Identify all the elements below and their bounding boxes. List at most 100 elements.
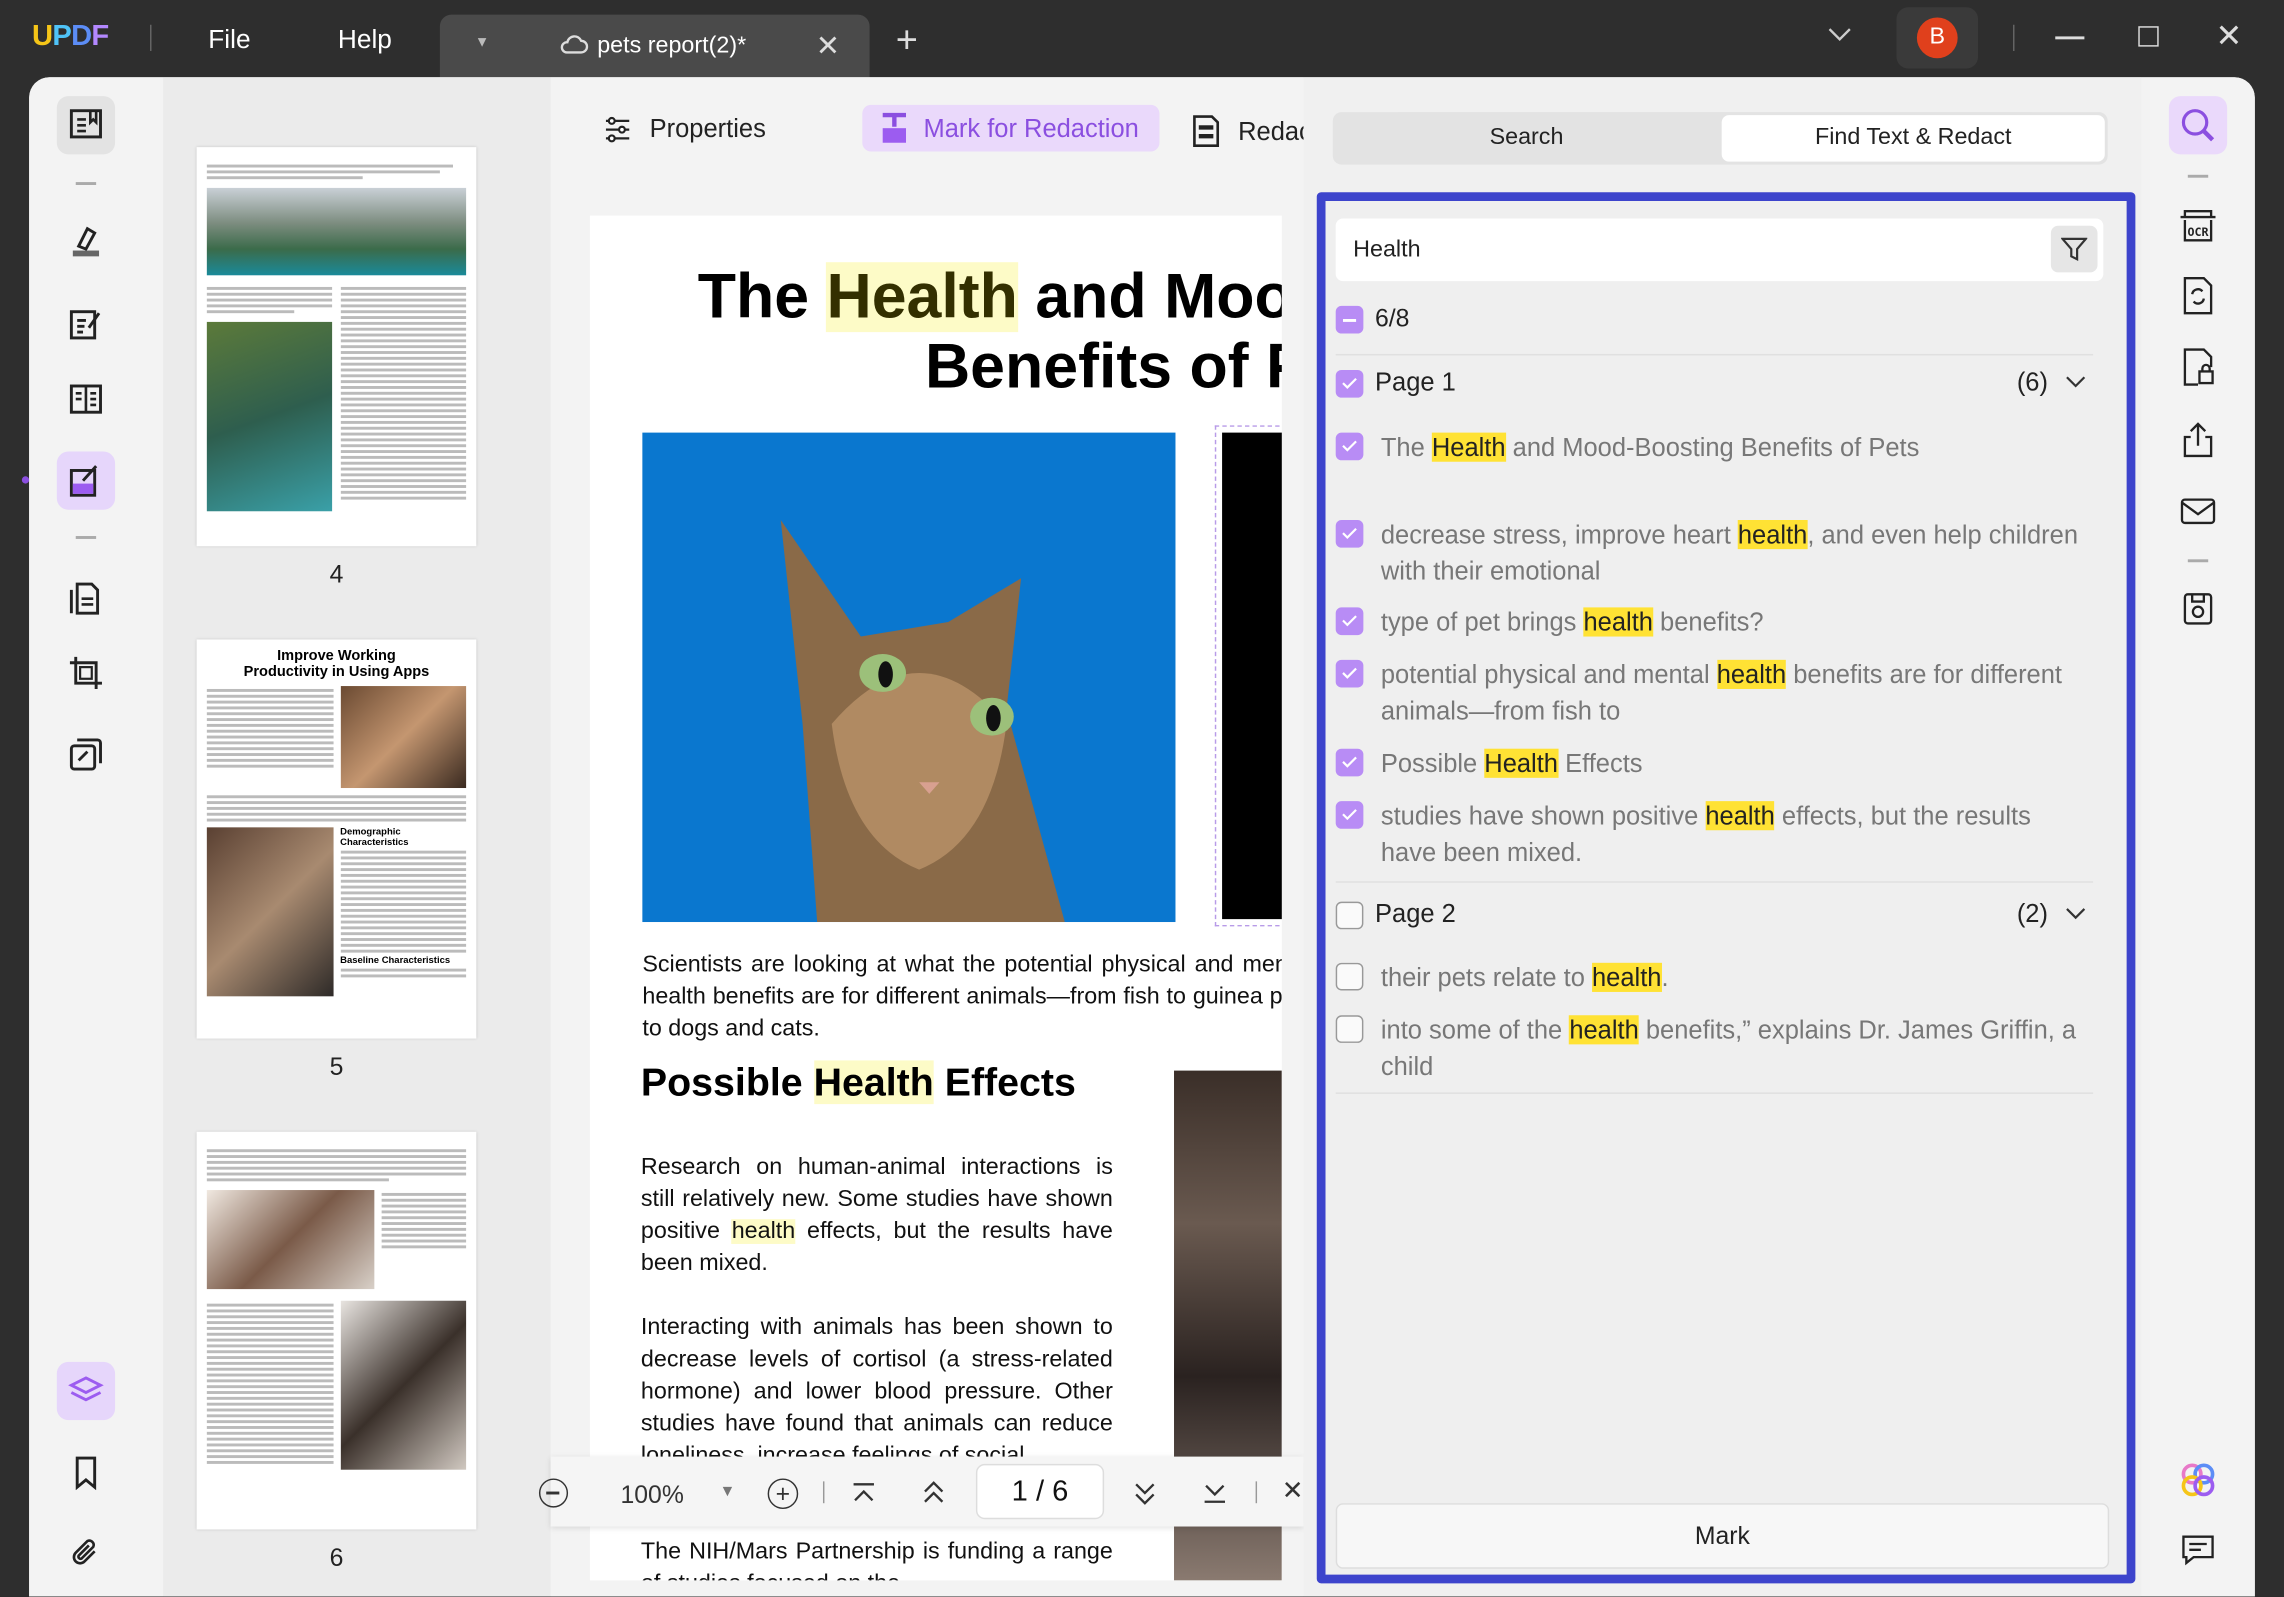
tab-search[interactable]: Search — [1333, 112, 1720, 164]
comment-highlight-icon[interactable] — [57, 213, 115, 271]
page-group-header[interactable]: Page 1 (6) — [1335, 367, 2086, 398]
zoom-dropdown-icon[interactable]: ▼ — [720, 1483, 736, 1500]
redact-icon — [1191, 114, 1220, 149]
thumb-subheading: Demographic Characteristics — [340, 827, 409, 848]
close-nav-icon[interactable]: ✕ — [1282, 1476, 1304, 1507]
result-item[interactable]: type of pet brings health benefits? — [1335, 604, 2093, 640]
result-text: potential physical and mental health ben… — [1380, 659, 2062, 725]
zoom-level[interactable]: 100% — [621, 1481, 684, 1510]
result-text: studies have shown positive health effec… — [1380, 801, 2031, 866]
mark-button[interactable]: Mark — [1335, 1503, 2110, 1569]
chevron-down-icon[interactable] — [2065, 376, 2086, 389]
select-all-checkbox[interactable] — [1335, 305, 1364, 334]
layers-icon[interactable] — [56, 1361, 116, 1421]
window-divider — [2013, 24, 2015, 51]
chevron-down-icon[interactable] — [2065, 907, 2086, 920]
next-page-icon[interactable] — [1132, 1478, 1158, 1507]
result-checkbox[interactable] — [1335, 432, 1364, 461]
save-icon[interactable] — [2169, 580, 2227, 638]
paragraph-2: Interacting with animals has been shown … — [640, 1315, 1113, 1468]
redaction-fill — [1222, 432, 1282, 920]
result-item[interactable]: Possible Health Effects — [1335, 746, 2093, 782]
search-icon[interactable] — [2168, 96, 2228, 155]
ocr-icon[interactable]: OCR — [2169, 197, 2227, 255]
result-text: type of pet brings health benefits? — [1380, 607, 1764, 637]
search-field[interactable]: Health — [1335, 218, 2104, 282]
match-highlight: health — [1716, 659, 1787, 689]
close-window-icon[interactable]: ✕ — [2215, 17, 2242, 55]
tabs-overflow-chevron-icon[interactable] — [1827, 26, 1853, 43]
result-checkbox[interactable] — [1335, 607, 1364, 636]
menu-file[interactable]: File — [208, 25, 250, 56]
redaction-mark-box[interactable] — [1214, 425, 1282, 927]
thumbnail-page-6[interactable] — [196, 1131, 477, 1530]
result-checkbox[interactable] — [1335, 748, 1364, 777]
section-match-highlight: Health — [813, 1060, 934, 1105]
reader-icon[interactable] — [56, 96, 116, 155]
properties-button[interactable]: Properties — [603, 114, 766, 145]
select-all-row[interactable]: 6/8 — [1335, 303, 1409, 334]
stamp-layers-icon[interactable] — [57, 725, 115, 783]
page-organize-icon[interactable] — [57, 370, 115, 428]
zoom-out-icon[interactable] — [538, 1478, 569, 1508]
result-item[interactable]: their pets relate to health. — [1335, 960, 2093, 996]
tab-find-text-redact[interactable]: Find Text & Redact — [1721, 115, 2105, 162]
result-checkbox[interactable] — [1335, 659, 1364, 688]
result-checkbox[interactable] — [1335, 801, 1364, 829]
crop-icon[interactable] — [57, 644, 115, 702]
mark-for-redaction-button[interactable]: Mark for Redaction — [862, 104, 1160, 152]
menu-help[interactable]: Help — [338, 25, 392, 56]
properties-label: Properties — [649, 113, 766, 143]
convert-pdf-icon[interactable] — [2169, 267, 2227, 325]
result-item[interactable]: The Health and Mood-Boosting Benefits of… — [1335, 430, 2093, 466]
page-group-checkbox[interactable] — [1335, 369, 1364, 398]
redact-label: Redact — [1238, 115, 1304, 145]
result-checkbox[interactable] — [1335, 1015, 1364, 1043]
filter-button[interactable] — [2050, 225, 2098, 273]
result-item[interactable]: decrease stress, improve heart health, a… — [1335, 517, 2093, 588]
sliders-icon — [603, 114, 632, 143]
zoom-in-icon[interactable]: + — [767, 1478, 799, 1510]
avatar-initial: B — [1916, 17, 1958, 59]
svg-text:OCR: OCR — [2187, 225, 2209, 239]
tab-close-icon[interactable]: ✕ — [816, 28, 840, 64]
last-page-icon[interactable] — [1202, 1481, 1228, 1504]
page-group-count: (2) — [2016, 898, 2048, 928]
new-tab-button[interactable]: + — [896, 20, 918, 58]
result-item[interactable]: into some of the health benefits,” expla… — [1335, 1012, 2093, 1083]
match-highlight: health — [1583, 607, 1653, 637]
bookmark-icon[interactable] — [57, 1443, 115, 1501]
ai-assistant-icon[interactable] — [2169, 1451, 2227, 1509]
maximize-icon[interactable] — [2138, 26, 2159, 47]
para-match-highlight: health — [731, 1219, 796, 1244]
pdf-page[interactable]: The Health and Mood-Boosting Benefits of… — [589, 215, 1282, 1581]
page-navigation-bar: 100% ▼ + 1 / 6 ✕ — [538, 1456, 1304, 1527]
form-icon[interactable] — [57, 570, 115, 628]
result-checkbox[interactable] — [1335, 962, 1364, 991]
result-item[interactable]: potential physical and mental health ben… — [1335, 657, 2093, 728]
attachment-icon[interactable] — [57, 1524, 115, 1582]
protect-pdf-icon[interactable] — [2169, 338, 2227, 396]
edit-pdf-icon[interactable] — [57, 294, 115, 352]
match-highlight: health — [1591, 962, 1662, 992]
redact-tool-icon[interactable] — [56, 451, 116, 510]
share-icon[interactable] — [2169, 411, 2227, 469]
tab-dropdown-icon[interactable]: ▼ — [475, 35, 489, 51]
thumbnail-page-4[interactable] — [196, 147, 477, 547]
first-page-icon[interactable] — [851, 1481, 877, 1504]
redact-button[interactable]: Redact — [1191, 111, 1304, 152]
result-checkbox[interactable] — [1335, 520, 1364, 548]
page-group-checkbox[interactable] — [1335, 901, 1364, 930]
avatar[interactable]: B — [1896, 7, 1979, 69]
comment-list-icon[interactable] — [2169, 1521, 2227, 1579]
minimize-icon[interactable] — [2055, 36, 2085, 39]
page-number-input[interactable]: 1 / 6 — [975, 1463, 1105, 1520]
result-item[interactable]: studies have shown positive health effec… — [1335, 798, 2093, 869]
thumbnail-page-5[interactable]: Improve Working Productivity in Using Ap… — [196, 639, 477, 1039]
page-group-header[interactable]: Page 2 (2) — [1335, 898, 2086, 930]
document-tab[interactable]: ▼ pets report(2)* ✕ — [439, 14, 870, 78]
match-highlight: health — [1705, 801, 1775, 831]
email-icon[interactable] — [2169, 482, 2227, 540]
match-highlight: health — [1569, 1015, 1639, 1045]
previous-page-icon[interactable] — [921, 1478, 947, 1507]
